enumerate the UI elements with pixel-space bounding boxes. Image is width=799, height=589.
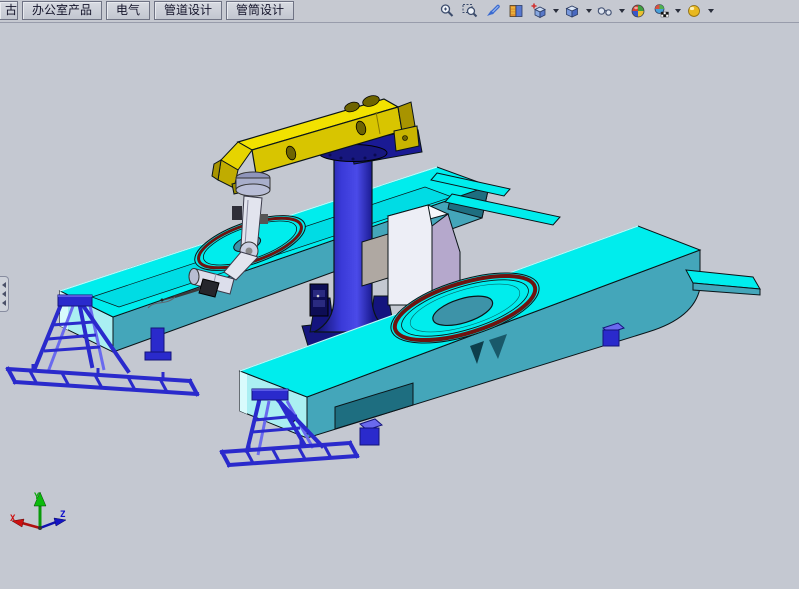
- apply-scene-dropdown[interactable]: [674, 1, 681, 21]
- command-tabs: 古 办公室产品 电气 管道设计 管筒设计: [0, 1, 294, 20]
- tab-piping-design[interactable]: 管道设计: [154, 1, 222, 20]
- tab-office-products[interactable]: 办公室产品: [22, 1, 102, 20]
- view-settings-icon[interactable]: [684, 1, 704, 21]
- viewport-3d[interactable]: X Y Z: [0, 0, 799, 589]
- beam-foot-bracket[interactable]: [360, 419, 382, 445]
- previous-view-icon[interactable]: [483, 1, 503, 21]
- edit-appearance-icon[interactable]: [628, 1, 648, 21]
- splitter-arrow-icon: [2, 300, 6, 306]
- panel-splitter[interactable]: [0, 276, 9, 312]
- display-style-icon[interactable]: [562, 1, 582, 21]
- hide-show-items-dropdown[interactable]: [618, 1, 625, 21]
- orientation-triad: X Y Z: [10, 492, 66, 530]
- zoom-to-fit-icon[interactable]: [437, 1, 457, 21]
- apply-scene-icon[interactable]: [651, 1, 671, 21]
- view-orientation-dropdown[interactable]: [552, 1, 559, 21]
- view-orientation-icon[interactable]: [529, 1, 549, 21]
- tan-block[interactable]: [362, 234, 388, 286]
- splitter-arrow-icon: [2, 282, 6, 288]
- section-view-icon[interactable]: [506, 1, 526, 21]
- tab-electrical[interactable]: 电气: [106, 1, 150, 20]
- column-motor[interactable]: [310, 284, 328, 316]
- display-style-dropdown[interactable]: [585, 1, 592, 21]
- axis-x-label: X: [10, 514, 16, 524]
- zoom-to-area-icon[interactable]: [460, 1, 480, 21]
- view-settings-dropdown[interactable]: [707, 1, 714, 21]
- tab-partial[interactable]: 古: [0, 1, 18, 20]
- hide-show-items-icon[interactable]: [595, 1, 615, 21]
- tab-tubing-design[interactable]: 管筒设计: [226, 1, 294, 20]
- splitter-arrow-icon: [2, 291, 6, 297]
- axis-y-label: Y: [34, 492, 40, 502]
- axis-z-label: Z: [60, 510, 66, 520]
- view-toolbar: [437, 1, 714, 21]
- command-toolbar: 古 办公室产品 电气 管道设计 管筒设计: [0, 0, 799, 23]
